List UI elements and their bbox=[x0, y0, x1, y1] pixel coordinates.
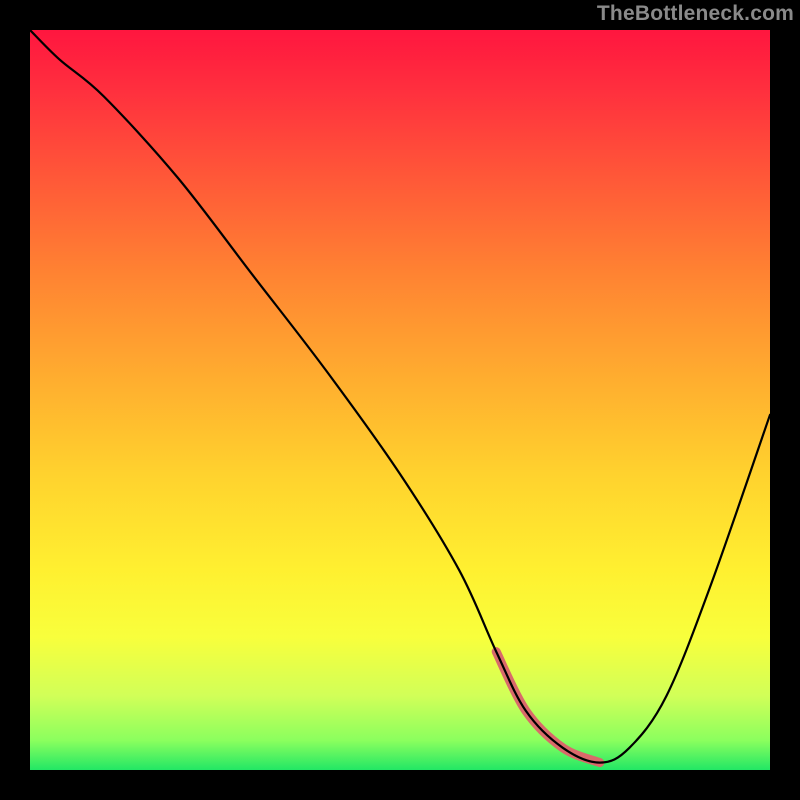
curve-layer bbox=[30, 30, 770, 770]
watermark-text: TheBottleneck.com bbox=[597, 2, 794, 26]
trough-highlight bbox=[496, 652, 600, 763]
bottleneck-curve bbox=[30, 30, 770, 763]
chart-frame: TheBottleneck.com bbox=[0, 0, 800, 800]
plot-area bbox=[30, 30, 770, 770]
